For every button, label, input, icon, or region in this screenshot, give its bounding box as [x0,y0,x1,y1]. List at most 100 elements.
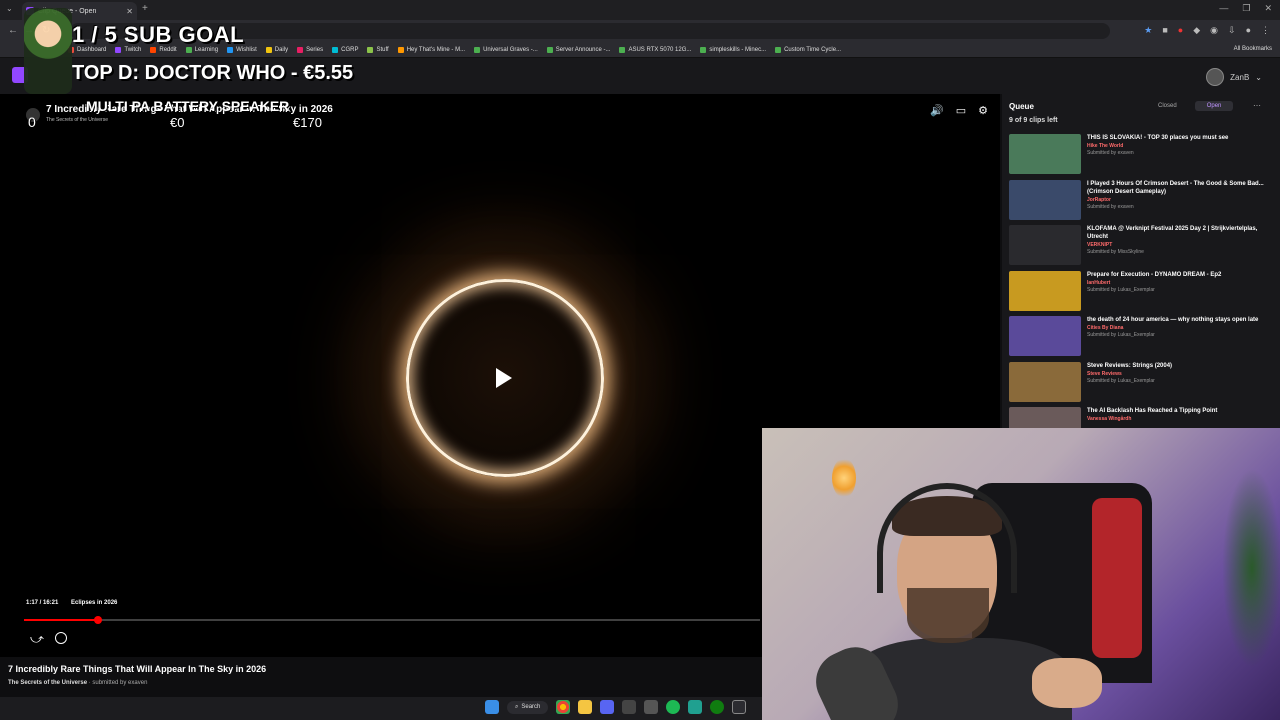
bookmark-label: Daily [274,46,289,53]
progress-handle[interactable] [93,616,102,624]
tab-search-icon[interactable]: ⌄ [6,4,13,13]
video-chapter[interactable]: Eclipses in 2026 [71,600,117,606]
captions-icon[interactable]: ▭ [956,104,966,117]
back-icon[interactable]: ← [8,25,18,36]
spotify-icon[interactable] [666,700,681,714]
user-menu[interactable]: ZanB ⌄ [1206,68,1262,86]
bookmark-favicon-icon [546,46,553,53]
clip-meta: The Secrets of the Universe · submitted … [8,680,148,686]
window-controls: — ❐ ✕ [1219,3,1272,14]
queue-item-text: Steve Reviews: Strings (2004) Steve Revie… [1087,362,1172,404]
queue-item[interactable]: the death of 24 hour america — why nothi… [1009,316,1269,358]
queue-item[interactable]: THIS IS SLOVAKIA! - TOP 30 places you mu… [1009,134,1269,176]
queue-item[interactable]: Steve Reviews: Strings (2004) Steve Revie… [1009,362,1269,404]
tab-open[interactable]: Open [1194,101,1234,111]
menu-icon[interactable]: ⋮ [1261,25,1270,36]
webcam-feed [762,428,1280,720]
tab-closed[interactable]: Closed [1146,101,1189,111]
bookmark-item[interactable]: Hey That's Mine - M... [397,46,465,53]
queue-item-channel: Hike The World [1087,143,1124,149]
bookmark-favicon-icon [297,46,304,53]
taskbar-search-label: Search [521,704,541,710]
chrome-icon[interactable] [556,700,571,714]
extension-icon[interactable]: ◉ [1210,25,1218,36]
browser-tab-strip: ⌄ Clip Queue - Open ✕ + — ❐ ✕ [0,0,1280,20]
bookmark-item[interactable]: CGRP [332,46,358,53]
volume-icon[interactable]: 🔊 [930,104,944,117]
settings-gear-icon[interactable]: ⚙ [978,104,988,117]
close-window-icon[interactable]: ✕ [1264,3,1272,14]
queue-item-thumbnail[interactable] [1009,225,1081,265]
queue-item[interactable]: KLOFAMA @ Verknipt Festival 2025 Day 2 |… [1009,225,1269,267]
maximize-icon[interactable]: ❐ [1242,3,1250,14]
queue-item-thumbnail[interactable] [1009,180,1081,220]
file-explorer-icon[interactable] [578,700,593,714]
clips-left-count: 9 of 9 clips left [1009,117,1058,124]
queue-item[interactable]: I Played 3 Hours Of Crimson Desert - The… [1009,180,1269,222]
minimize-icon[interactable]: — [1219,3,1228,14]
queue-item-channel: Vanessa Wingårdh [1087,416,1132,422]
share-icon[interactable]: ⤻ [30,631,44,647]
new-tab-icon[interactable]: + [142,3,148,14]
bookmark-favicon-icon [619,46,626,53]
extension-icon[interactable]: ◆ [1193,25,1200,36]
queue-item-title[interactable]: the death of 24 hour america — why nothi… [1087,316,1258,324]
queue-item-title[interactable]: I Played 3 Hours Of Crimson Desert - The… [1087,180,1269,196]
queue-item-channel: Cities By Diana [1087,325,1124,331]
downloads-icon[interactable]: ⇩ [1228,25,1236,36]
queue-item-thumbnail[interactable] [1009,134,1081,174]
clip-title: 7 Incredibly Rare Things That Will Appea… [8,664,267,674]
bookmark-favicon-icon [775,46,782,53]
queue-item-title[interactable]: The AI Backlash Has Reached a Tipping Po… [1087,407,1217,415]
windows-start-icon[interactable] [485,700,499,714]
queue-item[interactable]: Prepare for Execution - DYNAMO DREAM - E… [1009,271,1269,313]
queue-item-channel: JorRaptor [1087,197,1111,203]
app-icon[interactable] [688,700,703,714]
extension-icon[interactable]: ■ [1162,25,1167,36]
plant [1222,468,1280,668]
all-bookmarks-link[interactable]: All Bookmarks [1234,46,1272,52]
bookmark-star-icon[interactable]: ★ [1144,25,1152,36]
app-icon[interactable] [622,700,637,714]
streamer-avatar-overlay [24,8,72,94]
more-options-icon[interactable]: ⋯ [1253,101,1261,110]
bookmark-item[interactable]: Universal Graves -... [474,46,538,53]
discord-icon[interactable] [600,700,615,714]
queue-item-title[interactable]: KLOFAMA @ Verknipt Festival 2025 Day 2 |… [1087,225,1269,241]
bookmark-favicon-icon [700,46,707,53]
queue-item-channel: Steve Reviews [1087,371,1122,377]
bookmark-label: Universal Graves -... [483,46,538,53]
queue-item-thumbnail[interactable] [1009,362,1081,402]
video-progress-bar[interactable] [24,616,760,624]
video-channel-overlay[interactable]: The Secrets of the Universe [46,117,108,123]
queue-item-thumbnail[interactable] [1009,271,1081,311]
queue-title: Queue [1009,102,1034,111]
queue-item-title[interactable]: Steve Reviews: Strings (2004) [1087,362,1172,370]
extension-red-icon[interactable]: ● [1178,25,1183,36]
sub-goal-overlay: 1 / 5 SUB GOAL [72,22,245,47]
profile-icon[interactable]: ● [1246,25,1251,36]
app-icon[interactable] [644,700,659,714]
bookmark-item[interactable]: Server Announce -... [546,46,610,53]
close-tab-icon[interactable]: ✕ [126,7,133,16]
queue-tabs: Closed Open [1146,101,1234,111]
app-icon[interactable] [732,700,747,714]
bookmark-favicon-icon [397,46,404,53]
play-icon[interactable] [496,368,512,388]
bookmark-item[interactable]: Series [297,46,323,53]
bookmark-item[interactable]: simpleskills - Minec... [700,46,766,53]
video-time: 1:17 / 16:21 [26,600,59,606]
xbox-icon[interactable] [710,700,725,714]
queue-item-title[interactable]: THIS IS SLOVAKIA! - TOP 30 places you mu… [1087,134,1228,142]
top-donation-overlay: TOP D: DOCTOR WHO - €5.55 [72,62,354,84]
clip-channel[interactable]: The Secrets of the Universe [8,680,87,686]
bookmark-item[interactable]: Daily [265,46,289,53]
bookmark-item[interactable]: Custom Time Cycle... [775,46,841,53]
queue-item-title[interactable]: Prepare for Execution - DYNAMO DREAM - E… [1087,271,1221,279]
bookmark-item[interactable]: Stuff [367,46,389,53]
watch-later-icon[interactable] [55,632,67,644]
bookmark-item[interactable]: ASUS RTX 5070 12G... [619,46,691,53]
extension-icons: ★ ■ ● ◆ ◉ ⇩ ● ⋮ [1144,25,1270,36]
taskbar-search[interactable]: ⌕ Search [507,700,549,714]
queue-item-thumbnail[interactable] [1009,316,1081,356]
